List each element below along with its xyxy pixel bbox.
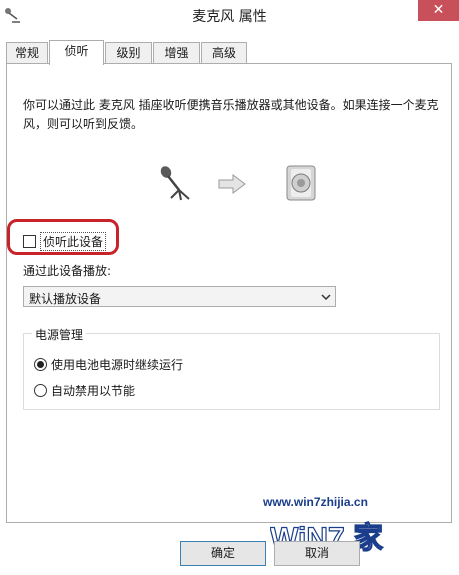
radio-keep-running[interactable]: 使用电池电源时继续运行: [34, 356, 183, 373]
listen-device-label[interactable]: 侦听此设备: [40, 231, 107, 251]
tab-levels[interactable]: 级别: [105, 42, 152, 63]
radio-button[interactable]: [34, 384, 47, 397]
radio-auto-disable[interactable]: 自动禁用以节能: [34, 382, 135, 399]
radio-button[interactable]: [34, 358, 47, 371]
arrow-right-icon: [218, 174, 246, 194]
radio-label: 自动禁用以节能: [51, 384, 136, 398]
playback-device-value: 默认播放设备: [29, 292, 102, 306]
playback-label: 通过此设备播放:: [23, 264, 112, 278]
title-bar: 麦克风 属性 ✕: [0, 0, 459, 30]
tab-enhancements[interactable]: 增强: [153, 42, 200, 63]
listen-panel: 你可以通过此 麦克风 插座收听便携音乐播放器或其他设备。如果连接一个麦克风，则可…: [6, 63, 452, 523]
radio-label: 使用电池电源时继续运行: [51, 358, 184, 372]
microphone-icon: [160, 166, 190, 201]
cancel-button[interactable]: 取消: [274, 541, 360, 566]
tab-strip: 常规 侦听 级别 增强 高级: [6, 40, 456, 65]
playback-device-select[interactable]: 默认播放设备: [23, 286, 336, 307]
tab-advanced[interactable]: 高级: [201, 42, 247, 63]
tab-general[interactable]: 常规: [6, 42, 48, 63]
watermark-url: www.win7zhijia.cn: [263, 495, 368, 509]
tab-listen[interactable]: 侦听: [49, 40, 104, 65]
description-text: 你可以通过此 麦克风 插座收听便携音乐播放器或其他设备。如果连接一个麦克风，则可…: [23, 98, 439, 131]
chevron-down-icon: [321, 294, 331, 301]
checkbox-box[interactable]: [23, 234, 36, 248]
power-management-title: 电源管理: [32, 326, 87, 343]
power-management-group: 电源管理 使用电池电源时继续运行 自动禁用以节能: [23, 326, 440, 410]
close-button[interactable]: ✕: [418, 0, 459, 21]
ok-button[interactable]: 确定: [180, 541, 266, 566]
window-title: 麦克风 属性: [192, 9, 267, 25]
listen-device-checkbox[interactable]: 侦听此设备: [23, 231, 107, 251]
speaker-icon: [286, 165, 316, 201]
